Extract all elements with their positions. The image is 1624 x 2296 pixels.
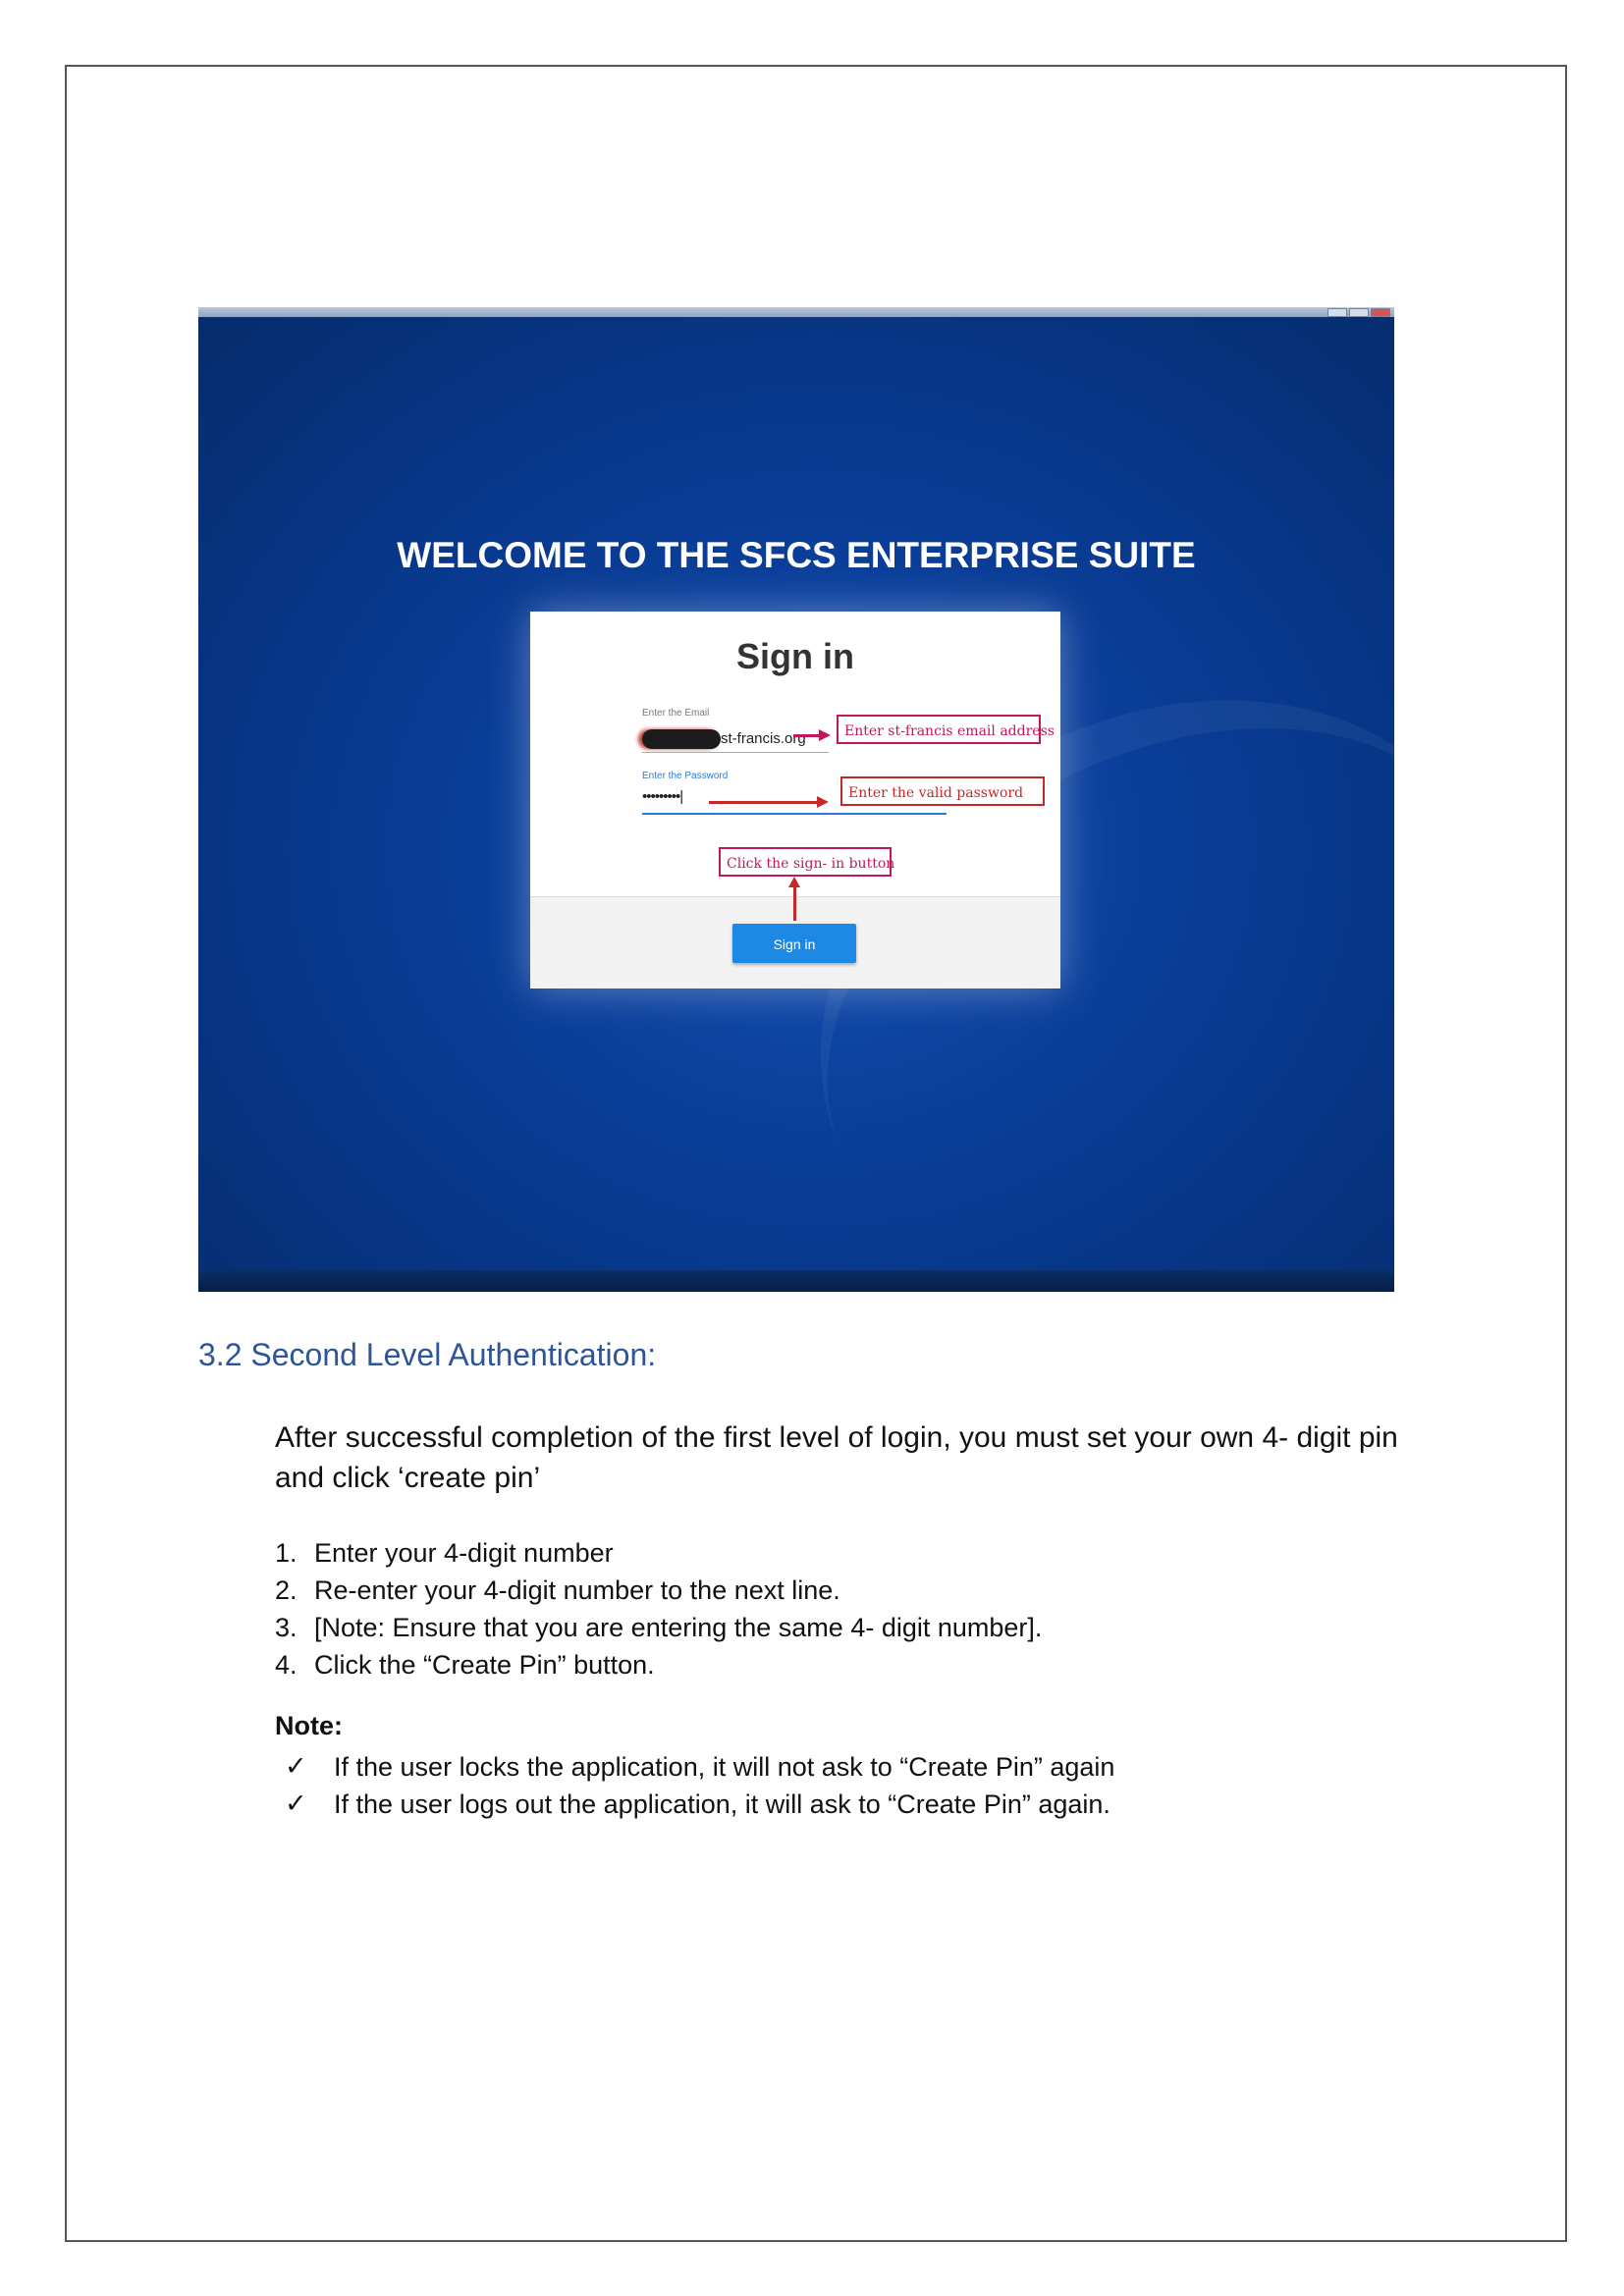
password-annotation: Enter the valid password	[840, 776, 1045, 806]
step-number: 2.	[275, 1575, 298, 1605]
taskbar	[198, 1270, 1394, 1292]
step-number: 1.	[275, 1538, 298, 1568]
welcome-heading: WELCOME TO THE SFCS ENTERPRISE SUITE	[397, 535, 1196, 575]
password-field[interactable]: •••••••••|	[642, 788, 683, 805]
redacted-username	[642, 729, 721, 750]
signin-arrow-head-icon	[788, 877, 800, 887]
section-heading: 3.2 Second Level Authentication:	[198, 1337, 657, 1372]
email-arrow	[793, 734, 821, 737]
password-arrow-head-icon	[817, 796, 829, 808]
minimize-icon[interactable]	[1327, 308, 1347, 317]
email-arrow-head-icon	[819, 729, 831, 741]
sign-in-screenshot: WELCOME TO THE SFCS ENTERPRISE SUITE Sig…	[198, 307, 1394, 1292]
note-title: Note:	[275, 1711, 343, 1740]
email-field[interactable]: st-francis.org	[642, 727, 807, 751]
signin-arrow	[793, 885, 796, 921]
email-annotation: Enter st-francis email address	[837, 715, 1055, 744]
step-number: 4.	[275, 1650, 298, 1680]
list-item: 4. Click the “Create Pin” button.	[275, 1646, 1042, 1683]
step-text: Re-enter your 4-digit number to the next…	[314, 1575, 840, 1605]
sign-in-card: Sign in Enter the Email st-francis.org E…	[530, 612, 1060, 988]
sign-in-title: Sign in	[736, 636, 854, 676]
list-item: 2. Re-enter your 4-digit number to the ne…	[275, 1572, 1042, 1609]
checkmark-icon: ✓	[285, 1751, 307, 1782]
step-text: Enter your 4-digit number	[314, 1538, 614, 1568]
email-caption: Enter the Email	[642, 708, 710, 719]
note-text: If the user locks the application, it wi…	[334, 1752, 1115, 1782]
window-title-bar	[198, 307, 1394, 317]
step-number: 3.	[275, 1613, 298, 1642]
steps-list: 1. Enter your 4-digit number 2. Re-enter y…	[275, 1534, 1042, 1683]
note-text: If the user logs out the application, it…	[334, 1789, 1110, 1819]
email-domain-text: st-francis.org	[721, 730, 806, 747]
list-item: 1. Enter your 4-digit number	[275, 1534, 1042, 1572]
close-icon[interactable]	[1371, 308, 1390, 317]
step-text: [Note: Ensure that you are entering the …	[314, 1613, 1043, 1642]
password-underline	[642, 813, 947, 815]
notes-list: ✓ If the user locks the application, it w…	[285, 1748, 1114, 1823]
password-arrow	[709, 801, 819, 804]
password-caption: Enter the Password	[642, 771, 729, 781]
list-item: ✓ If the user logs out the application, i…	[285, 1786, 1114, 1823]
intro-paragraph: After successful completion of the first…	[275, 1421, 1398, 1494]
sign-in-button[interactable]: Sign in	[732, 924, 856, 963]
maximize-icon[interactable]	[1349, 308, 1369, 317]
email-underline	[642, 752, 829, 753]
step-text: Click the “Create Pin” button.	[314, 1650, 655, 1680]
signin-annotation: Click the sign- in button	[719, 847, 894, 877]
list-item: 3. [Note: Ensure that you are entering th…	[275, 1609, 1042, 1646]
checkmark-icon: ✓	[285, 1789, 307, 1819]
list-item: ✓ If the user locks the application, it w…	[285, 1748, 1114, 1786]
